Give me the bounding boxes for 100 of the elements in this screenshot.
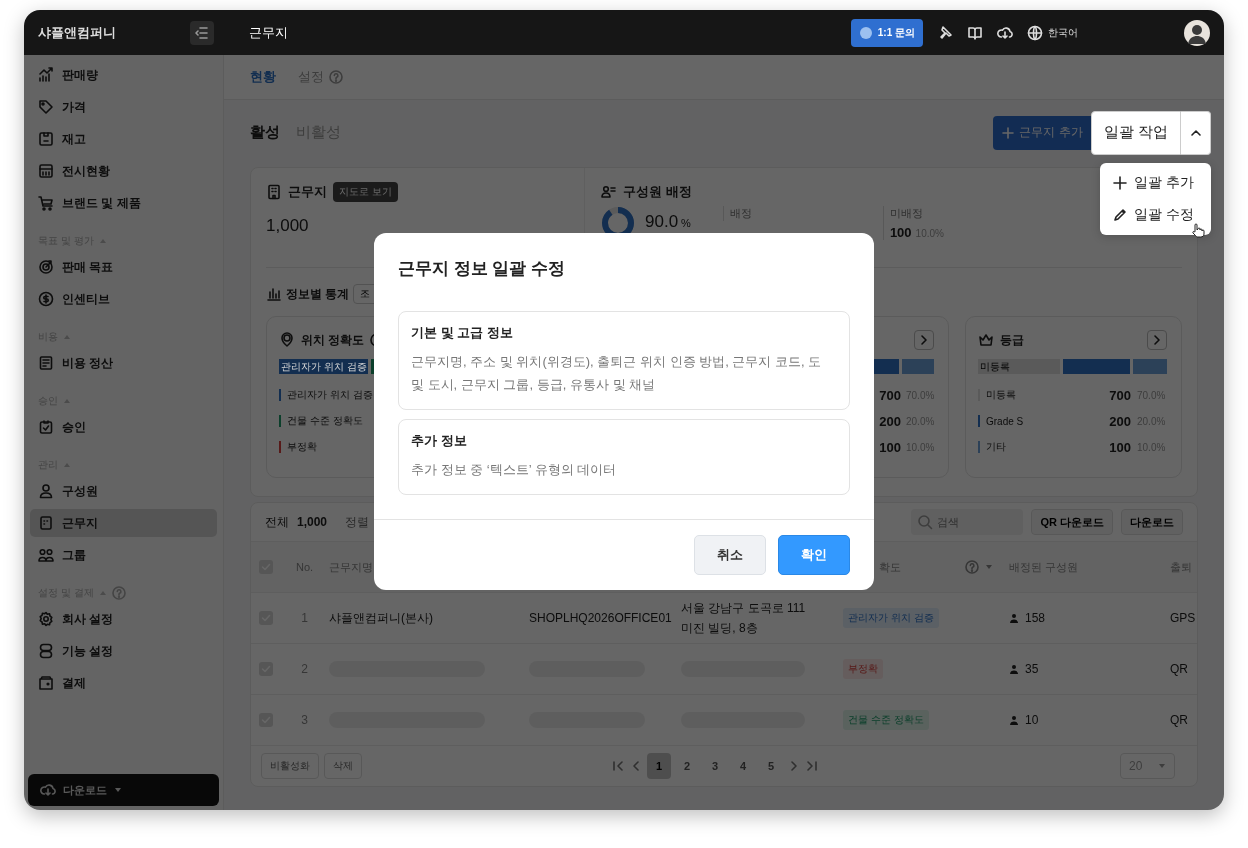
sidebar-item[interactable]: 근무지 (30, 509, 217, 537)
target-icon (38, 259, 54, 275)
bar-segment: 미등록 (978, 359, 1061, 374)
legend-label: 관리자가 위치 검증 (287, 388, 373, 402)
download-button[interactable]: 다운로드 (1121, 509, 1183, 535)
person-icon (1009, 715, 1019, 725)
card-title: 위치 정확도 (301, 331, 365, 349)
card-title: 근무지 (288, 183, 327, 201)
cloud-download-icon (997, 24, 1013, 41)
table-cell: QR (1170, 662, 1188, 676)
assigned-percent: 90.0 (645, 212, 679, 231)
person-icon (1009, 664, 1019, 674)
legend-label: 부정확 (287, 440, 317, 454)
menu-icon (194, 24, 210, 41)
sidebar-item[interactable]: 기능 설정 (30, 637, 217, 665)
total-label: 전체 (265, 513, 289, 531)
details-button[interactable] (914, 330, 934, 350)
stat-value: 100 (1109, 439, 1131, 455)
legend-label: 건물 수준 정확도 (287, 414, 363, 428)
receipt-icon (38, 355, 54, 371)
option-title: 추가 정보 (411, 432, 468, 450)
coin-icon (38, 291, 54, 307)
add-site-button[interactable]: 근무지 추가 (993, 115, 1091, 150)
qr-download-button[interactable]: QR 다운로드 (1031, 509, 1113, 535)
table-cell: 10 (1025, 713, 1039, 727)
option-description: 추가 정보 중 ‘텍스트’ 유형의 데이터 (411, 461, 618, 479)
legend-label: 미등록 (986, 388, 1016, 402)
sidebar-item[interactable]: 비용 정산 (30, 349, 217, 377)
confirm-button[interactable]: 확인 (778, 535, 850, 575)
option-title: 기본 및 고급 정보 (411, 324, 514, 342)
last-page-icon (805, 759, 819, 773)
download-button[interactable]: 다운로드 (28, 774, 219, 806)
total-count: 1,000 (297, 515, 328, 529)
page-button[interactable]: 4 (731, 753, 755, 779)
table-cell-text: 서울 강남구 도곡로 111 미진 빌딩, 8층 (681, 600, 806, 637)
clipboard-check-icon (38, 419, 54, 435)
book-icon (967, 24, 983, 41)
menu-item[interactable]: 일괄 추가 (1100, 166, 1211, 199)
box-icon (38, 131, 54, 147)
sidebar-item[interactable]: 인센티브 (30, 285, 217, 313)
table-cell: QR (1170, 713, 1188, 727)
sidebar-item[interactable]: 결제 (30, 669, 217, 697)
option-card[interactable]: 기본 및 고급 정보 근무지명, 주소 및 위치(위경도), 출퇴근 위치 인증 방법, 근무지 코드, 도 및 도시, 근무지 그룹, 등급, 유통사 및 채널 (398, 311, 850, 410)
tag-icon (38, 99, 54, 115)
wallet-icon (38, 675, 54, 691)
globe-icon (1027, 24, 1043, 41)
table-cell: 158 (1025, 611, 1046, 625)
search-icon (917, 514, 934, 530)
people-icon (601, 184, 617, 200)
stat-value: 700 (879, 387, 901, 403)
page-button[interactable]: 1 (647, 753, 671, 779)
page-title: 근무지 (248, 23, 289, 42)
pencil-icon (1112, 206, 1128, 223)
page-button[interactable]: 5 (759, 753, 783, 779)
plus-icon (1112, 174, 1128, 191)
caret-down-icon (114, 786, 122, 794)
people-icon (38, 547, 54, 563)
collapse-sidebar-button[interactable] (190, 20, 214, 45)
page-button[interactable]: 3 (703, 753, 727, 779)
option-card[interactable]: 추가 정보 추가 정보 중 ‘텍스트’ 유형의 데이터 (398, 419, 850, 495)
sidebar-item[interactable]: 회사 설정 (30, 605, 217, 633)
sidebar-item[interactable]: 판매량 (30, 61, 217, 89)
sidebar-item[interactable]: 재고 (30, 125, 217, 153)
sidebar-item[interactable]: 구성원 (30, 477, 217, 505)
sidebar-item[interactable]: 브랜드 및 제품 (30, 189, 217, 217)
table-cell: 샤플앤컴퍼니(본사) (329, 609, 433, 627)
page-tab[interactable]: 현황 (250, 68, 276, 86)
section-title: 정보별 통계 (286, 285, 350, 303)
bulk-actions-button[interactable]: 일괄 작업 (1090, 110, 1181, 155)
sidebar-item[interactable]: 승인 (30, 413, 217, 441)
card-title: 구성원 배정 (623, 183, 692, 201)
stat-value: 100 (879, 439, 901, 455)
plus-icon (1001, 125, 1016, 140)
cancel-button[interactable]: 취소 (694, 535, 766, 575)
inquiry-button[interactable]: 1:1 문의 (850, 18, 923, 47)
sort-label: 정렬 (345, 513, 370, 531)
card-title: 등급 (1000, 331, 1024, 349)
sidebar-item[interactable]: 전시현황 (30, 157, 217, 185)
settings-icon (38, 611, 54, 627)
status-tab[interactable]: 활성 (250, 123, 280, 142)
page-button[interactable]: 2 (675, 753, 699, 779)
chart-icon (38, 67, 54, 83)
store-icon (38, 163, 54, 179)
table-cell: 35 (1025, 662, 1039, 676)
legend-label: 기타 (986, 440, 1006, 454)
door-icon (38, 515, 54, 531)
toggle-icon (38, 643, 54, 659)
expand-toggle-button[interactable] (1181, 110, 1211, 155)
stat-value: 200 (879, 413, 901, 429)
crown-icon (978, 332, 994, 348)
cloud-download-icon (40, 782, 56, 798)
menu-item[interactable]: 일괄 수정 (1100, 198, 1211, 231)
sidebar-item[interactable]: 그룹 (30, 541, 217, 569)
option-description: 근무지명, 주소 및 위치(위경도), 출퇴근 위치 인증 방법, 근무지 코드, 도 및 도시, 근무지 그룹, 등급, 유통사 및 채널 (411, 353, 823, 394)
sidebar-item[interactable]: 가격 (30, 93, 217, 121)
details-button[interactable] (1147, 330, 1167, 350)
sidebar-item[interactable]: 판매 목표 (30, 253, 217, 281)
status-tag: 관리자가 위치 검증 (843, 608, 939, 628)
language-label: 한국어 (1048, 25, 1078, 40)
location-person-icon (279, 332, 295, 348)
